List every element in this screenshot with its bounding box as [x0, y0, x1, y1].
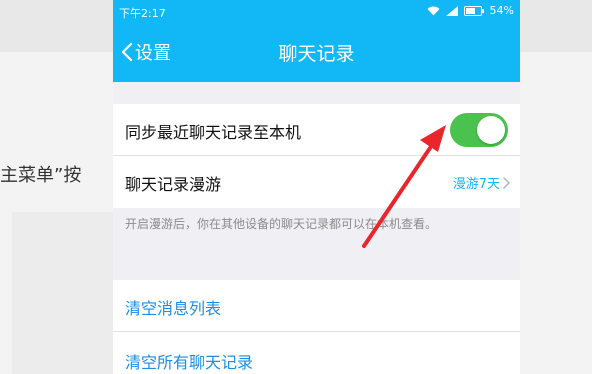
chevron-right-icon — [503, 176, 510, 189]
toggle-knob — [477, 116, 505, 144]
roaming-hint-text: 开启漫游后，你在其他设备的聊天记录都可以在本机查看。 — [125, 217, 438, 231]
signal-icon — [445, 5, 458, 16]
page-title: 聊天记录 — [278, 43, 355, 65]
status-icons: 54% — [427, 4, 514, 17]
clear-all-chats-button[interactable]: 清空所有聊天记录 — [113, 332, 520, 374]
phone-screen: 下午2:17 54% 设置 聊天记录 同步最近聊天记录至本机 聊天记录漫游 漫游… — [113, 0, 520, 374]
sync-recent-chats-label: 同步最近聊天记录至本机 — [125, 123, 302, 142]
status-time: 下午2:17 — [119, 7, 166, 20]
chat-roaming-label: 聊天记录漫游 — [125, 175, 222, 194]
background-image-placeholder — [12, 212, 115, 374]
roaming-duration[interactable]: 漫游7天 — [453, 173, 510, 192]
chat-roaming-row[interactable]: 聊天记录漫游 漫游7天 — [113, 156, 520, 208]
battery-percent: 54% — [489, 4, 514, 17]
clear-message-list-button[interactable]: 清空消息列表 — [113, 280, 520, 332]
clear-message-list-label: 清空消息列表 — [125, 299, 222, 318]
section-gap — [113, 82, 520, 104]
battery-icon — [463, 5, 484, 16]
background-article-text: 主菜单”按 — [0, 165, 82, 186]
sync-recent-chats-row: 同步最近聊天记录至本机 — [113, 104, 520, 156]
wifi-icon — [427, 6, 440, 15]
clear-all-chats-label: 清空所有聊天记录 — [125, 353, 254, 372]
sync-toggle[interactable] — [450, 113, 508, 147]
roaming-duration-label: 漫游7天 — [452, 177, 500, 192]
status-bar: 下午2:17 54% — [113, 0, 520, 22]
nav-bar: 设置 聊天记录 — [113, 22, 520, 82]
